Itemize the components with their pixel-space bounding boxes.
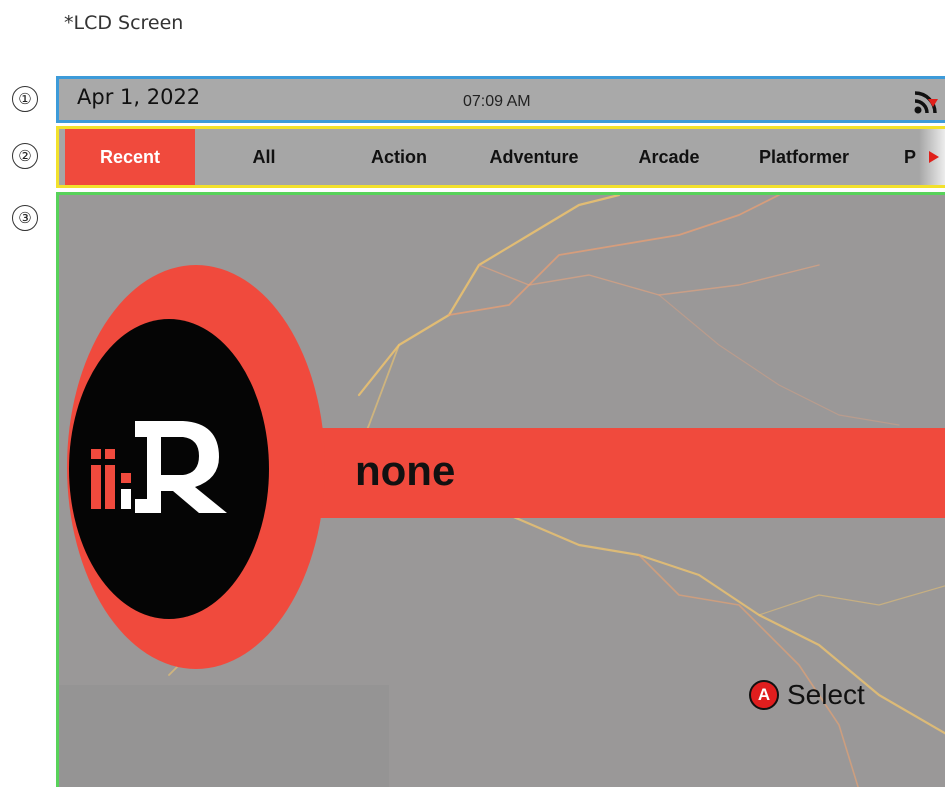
- status-bar: Apr 1, 2022 07:09 AM: [56, 76, 945, 123]
- region-marker-2: ②: [12, 143, 38, 169]
- select-hint: A Select: [749, 679, 865, 711]
- tab-platformer[interactable]: Platformer: [739, 129, 869, 185]
- status-date: Apr 1, 2022: [77, 85, 201, 109]
- caption: *LCD Screen: [64, 12, 184, 34]
- tab-action[interactable]: Action: [339, 129, 459, 185]
- category-tabs: Recent All Action Adventure Arcade Platf…: [56, 126, 945, 188]
- region-marker-1: ①: [12, 86, 38, 112]
- main-screen: none A Select: [56, 192, 945, 787]
- status-time: 07:09 AM: [463, 93, 531, 110]
- tab-adventure[interactable]: Adventure: [469, 129, 599, 185]
- selected-title: none: [355, 447, 456, 494]
- tab-recent[interactable]: Recent: [65, 129, 195, 185]
- tab-arcade[interactable]: Arcade: [609, 129, 729, 185]
- tab-all[interactable]: All: [209, 129, 319, 185]
- scroll-right-arrow-icon[interactable]: [929, 151, 939, 163]
- shadow-block: [59, 685, 389, 787]
- select-label: Select: [787, 679, 865, 710]
- a-button-icon: A: [749, 680, 779, 710]
- region-marker-3: ③: [12, 205, 38, 231]
- wifi-icon: [914, 91, 938, 114]
- retro-logo-icon: [91, 421, 227, 513]
